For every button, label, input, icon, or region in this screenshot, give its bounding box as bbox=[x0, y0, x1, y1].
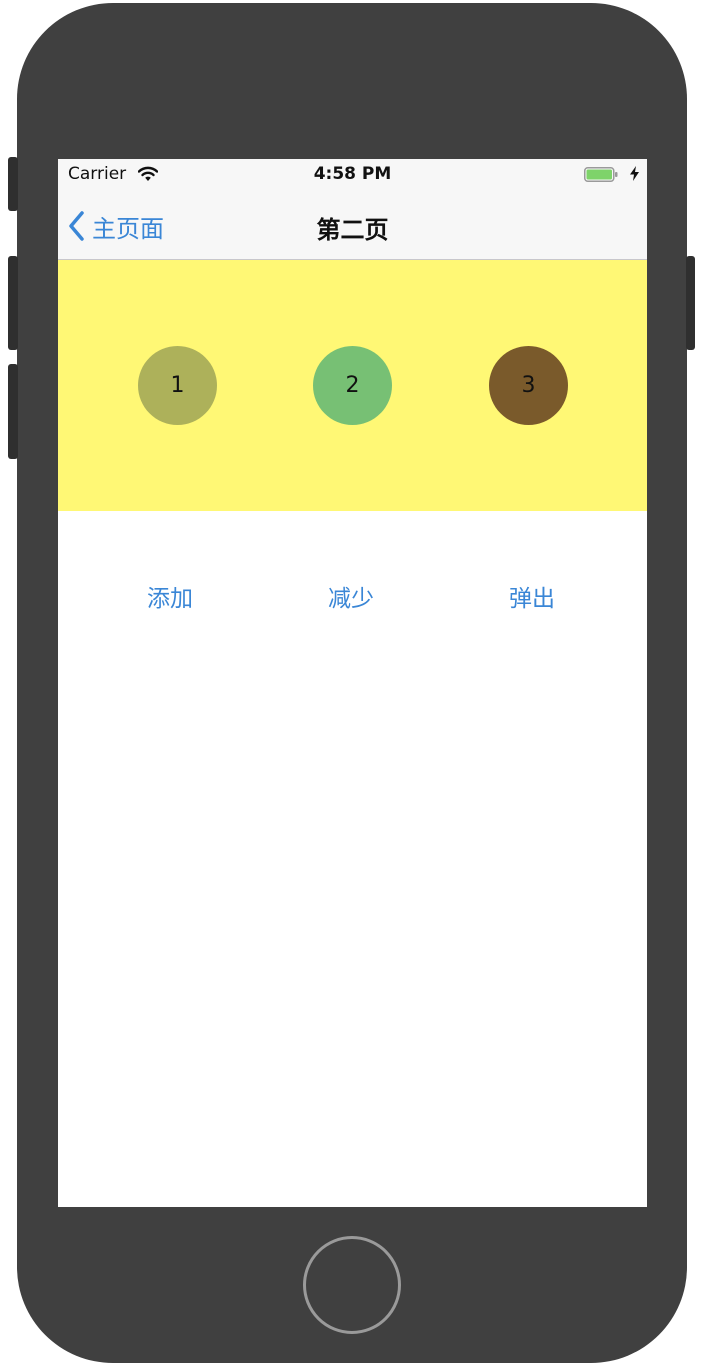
volume-down-button bbox=[8, 364, 18, 459]
add-button[interactable]: 添加 bbox=[147, 579, 193, 613]
circle-item-3: 3 bbox=[489, 346, 568, 425]
status-time: 4:58 PM bbox=[313, 164, 392, 184]
screen: Carrier 4:58 PM 主页面 第二页 1 2 3 添加 减少 弹出 bbox=[58, 159, 647, 1207]
circles-panel: 1 2 3 bbox=[58, 260, 647, 511]
circle-label-1: 1 bbox=[170, 373, 185, 398]
circle-item-2: 2 bbox=[313, 346, 392, 425]
pop-button[interactable]: 弹出 bbox=[509, 579, 555, 613]
volume-up-button bbox=[8, 256, 18, 350]
home-button[interactable] bbox=[303, 1236, 401, 1334]
power-button bbox=[686, 256, 695, 350]
action-buttons: 添加 减少 弹出 bbox=[58, 579, 647, 619]
battery-icon bbox=[584, 167, 618, 182]
circle-item-1: 1 bbox=[138, 346, 217, 425]
status-bar: Carrier 4:58 PM bbox=[58, 159, 647, 192]
circle-label-3: 3 bbox=[521, 373, 536, 398]
mute-switch bbox=[8, 157, 18, 211]
charging-bolt-icon bbox=[630, 166, 639, 181]
reduce-button[interactable]: 减少 bbox=[328, 579, 374, 613]
circle-label-2: 2 bbox=[345, 373, 360, 398]
navigation-bar: 主页面 第二页 bbox=[58, 192, 647, 260]
page-title: 第二页 bbox=[316, 216, 389, 244]
